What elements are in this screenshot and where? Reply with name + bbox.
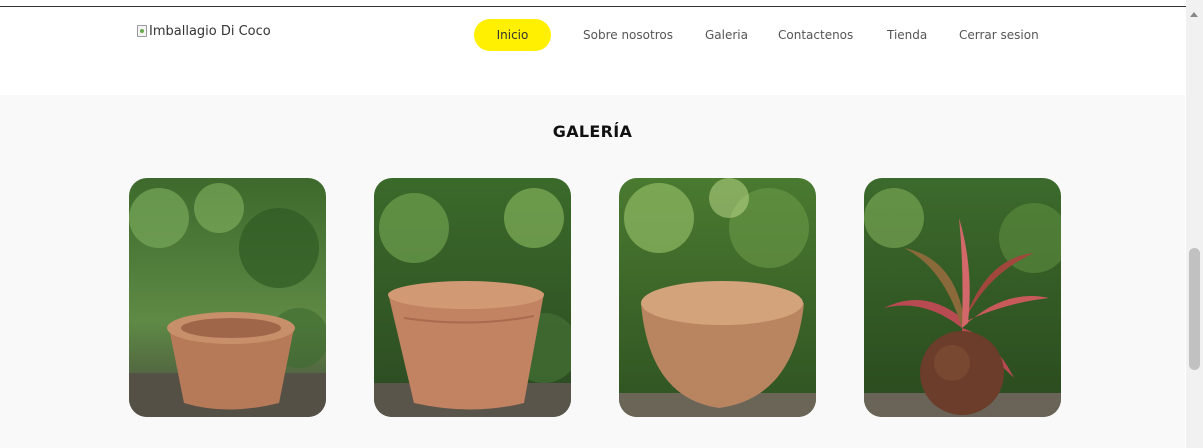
header-spacer <box>0 63 1185 95</box>
gallery-image-1[interactable] <box>129 178 326 417</box>
gallery-image-3-graphic <box>619 178 816 417</box>
brand-logo-alt-text: Imballagio Di Coco <box>149 23 271 39</box>
brand-logo[interactable]: Imballagio Di Coco <box>137 22 271 40</box>
gallery-image-2[interactable] <box>374 178 571 417</box>
gallery-title: GALERÍA <box>552 122 633 141</box>
nav-item-galeria[interactable]: Galeria <box>705 19 748 51</box>
nav-item-inicio[interactable]: Inicio <box>474 19 551 51</box>
scrollbar[interactable] <box>1186 0 1203 448</box>
nav-item-tienda[interactable]: Tienda <box>887 19 927 51</box>
gallery-image-2-graphic <box>374 178 571 417</box>
scroll-up-icon[interactable] <box>1190 12 1198 17</box>
nav-item-sobre-nosotros[interactable]: Sobre nosotros <box>583 19 673 51</box>
gallery-image-4-graphic <box>864 178 1061 417</box>
gallery-image-3[interactable] <box>619 178 816 417</box>
nav-item-contactenos[interactable]: Contactenos <box>778 19 853 51</box>
broken-image-icon <box>137 25 147 37</box>
gallery-image-1-graphic <box>129 178 326 417</box>
nav-item-cerrar-sesion[interactable]: Cerrar sesion <box>959 19 1039 51</box>
scrollbar-thumb[interactable] <box>1189 248 1200 370</box>
gallery-image-4[interactable] <box>864 178 1061 417</box>
